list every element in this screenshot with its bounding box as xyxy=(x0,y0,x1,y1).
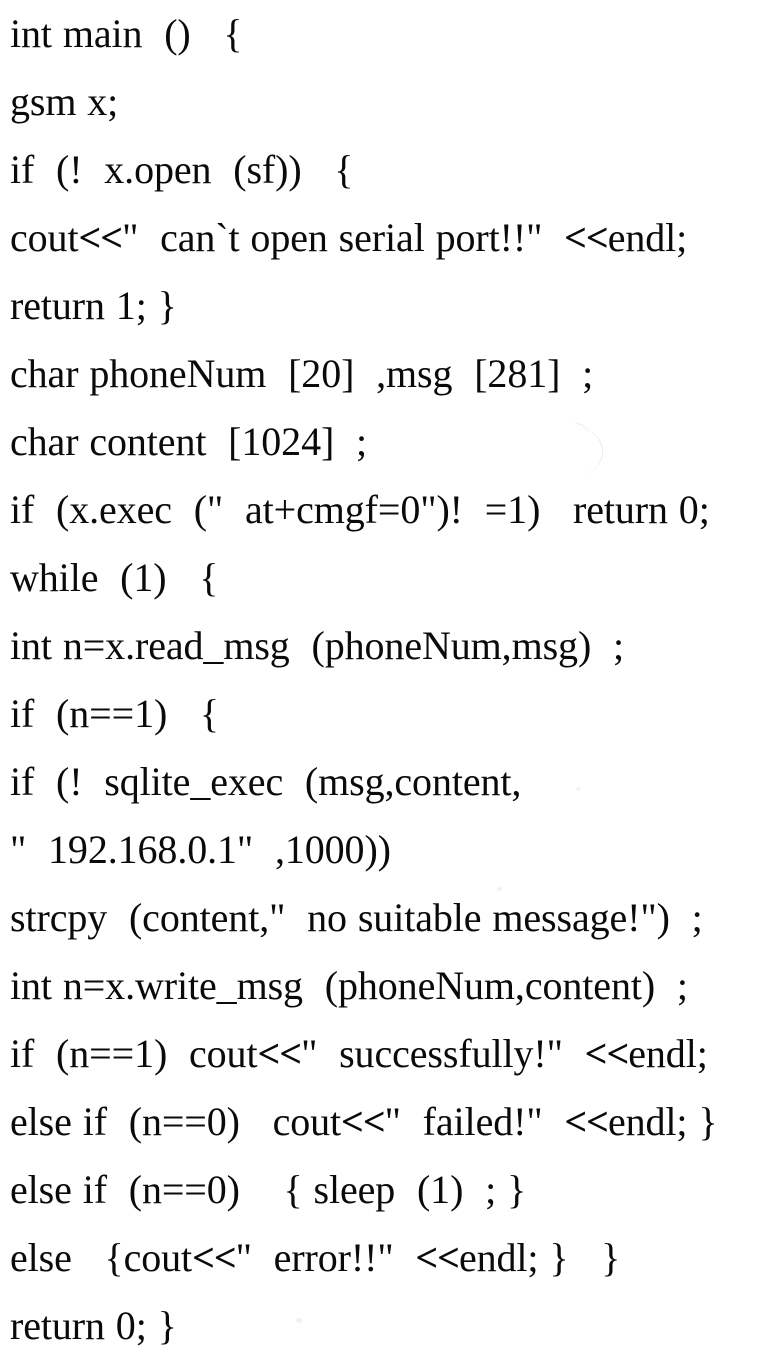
code-line: if (! x.open (sf)) { xyxy=(10,147,354,192)
stream-insertion-operator: << xyxy=(341,1099,386,1144)
code-line: while (1) { xyxy=(10,555,219,600)
code-line: int n=x.read_msg (phoneNum,msg) ; xyxy=(10,623,624,668)
code-line: cout<<" can`t open serial port!!" <<endl… xyxy=(10,215,688,260)
code-line: if (n==1) cout<<" successfully!" <<endl; xyxy=(10,1031,708,1076)
code-line: else if (n==0) cout<<" failed!" <<endl; … xyxy=(10,1099,718,1144)
code-line: char phoneNum [20] ,msg [281] ; xyxy=(10,351,594,396)
code-line: int main () { xyxy=(10,11,243,56)
code-line: return 1; } xyxy=(10,283,177,328)
code-line: if (n==1) { xyxy=(10,691,219,736)
code-line: if (! sqlite_exec (msg,content, xyxy=(10,759,522,804)
code-line: int n=x.write_msg (phoneNum,content) ; xyxy=(10,963,688,1008)
stream-insertion-operator: << xyxy=(192,1235,237,1280)
code-line: gsm x; xyxy=(10,79,119,124)
code-line: else {cout<<" error!!" <<endl; } } xyxy=(10,1235,621,1280)
code-line: return 0; } xyxy=(10,1303,177,1348)
code-listing: int main () { gsm x; if (! x.open (sf)) … xyxy=(0,0,771,1360)
code-line: if (x.exec (" at+cmgf=0")! =1) return 0; xyxy=(10,487,710,532)
code-line: char content [1024] ; xyxy=(10,419,368,464)
stream-insertion-operator: << xyxy=(415,1235,460,1280)
code-line: " 192.168.0.1" ,1000)) xyxy=(10,827,391,872)
stream-insertion-operator: << xyxy=(78,215,123,260)
stream-insertion-operator: << xyxy=(564,215,609,260)
code-line: else if (n==0) { sleep (1) ; } xyxy=(10,1167,527,1212)
stream-insertion-operator: << xyxy=(584,1031,630,1076)
stream-insertion-operator: << xyxy=(257,1031,302,1076)
code-line: strcpy (content," no suitable message!")… xyxy=(10,895,703,940)
scanned-code-page: int main () { gsm x; if (! x.open (sf)) … xyxy=(0,0,771,1360)
stream-insertion-operator: << xyxy=(564,1099,609,1144)
